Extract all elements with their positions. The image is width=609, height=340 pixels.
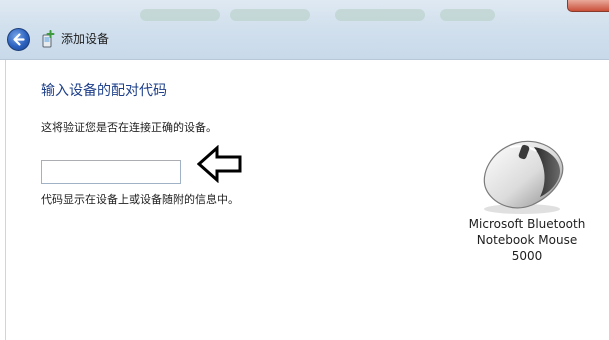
close-button[interactable] bbox=[567, 0, 609, 12]
device-name-line: Microsoft Bluetooth bbox=[468, 217, 586, 231]
back-button[interactable] bbox=[7, 28, 30, 51]
page-heading: 输入设备的配对代码 bbox=[41, 83, 167, 99]
hint-text: 代码显示在设备上或设备随附的信息中。 bbox=[41, 193, 239, 206]
titlebar-blur bbox=[140, 9, 220, 21]
device-name-line: Notebook Mouse bbox=[476, 233, 578, 247]
window-title: 添加设备 bbox=[61, 32, 110, 46]
device-name-line: 5000 bbox=[511, 249, 543, 263]
mouse-icon bbox=[483, 140, 564, 214]
device-name: Microsoft Bluetooth Notebook Mouse 5000 bbox=[460, 216, 594, 264]
left-arrow-outline-icon bbox=[197, 145, 242, 183]
titlebar-blur bbox=[230, 9, 310, 21]
description-text: 这将验证您是否在连接正确的设备。 bbox=[41, 121, 217, 134]
add-device-icon bbox=[42, 30, 55, 48]
titlebar-blur bbox=[440, 9, 495, 21]
title-bar: 添加设备 bbox=[0, 0, 609, 60]
back-arrow-icon bbox=[13, 33, 25, 46]
titlebar-blur bbox=[335, 9, 425, 21]
pairing-code-input[interactable] bbox=[41, 160, 181, 184]
